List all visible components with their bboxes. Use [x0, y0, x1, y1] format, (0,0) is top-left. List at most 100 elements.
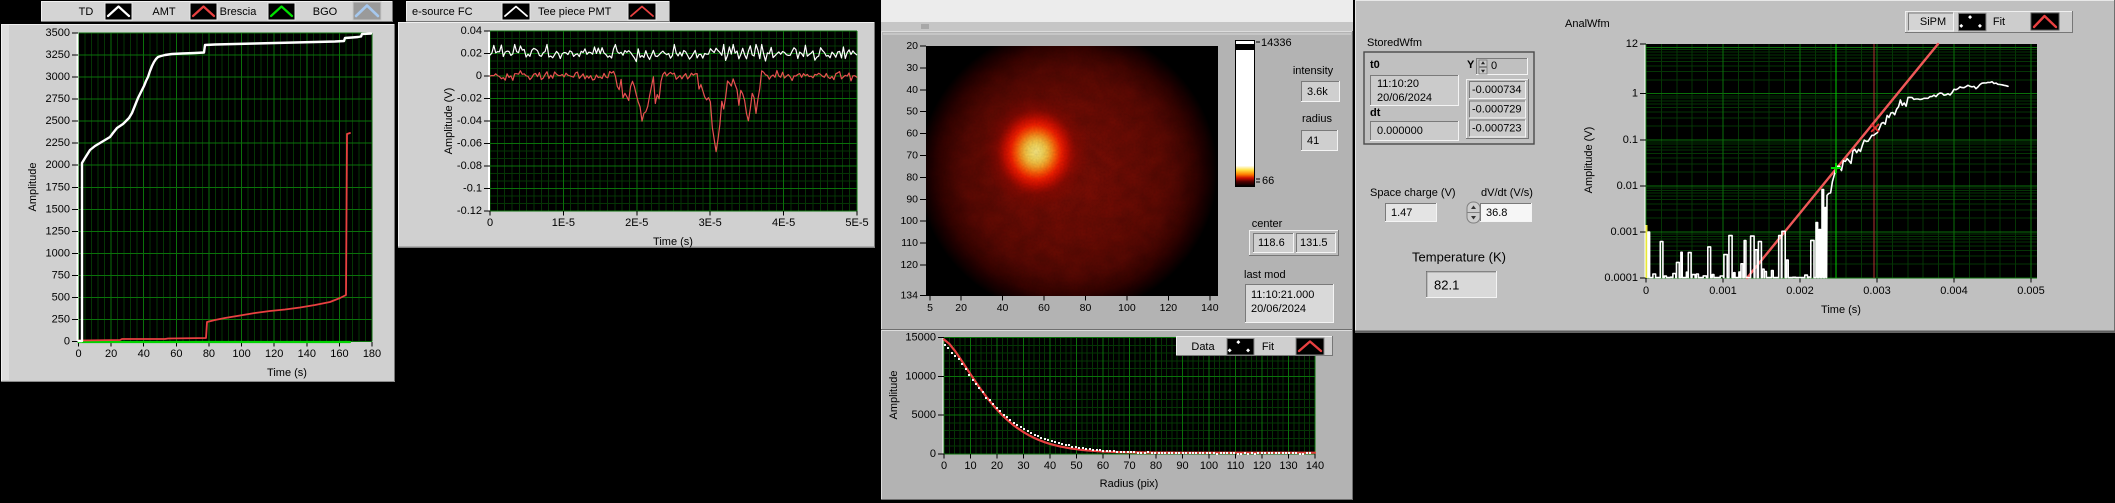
svg-text:0: 0: [487, 217, 493, 229]
svg-text:1750: 1750: [46, 181, 70, 193]
svg-text:120: 120: [1253, 460, 1271, 472]
svg-text:0.01: 0.01: [1617, 180, 1638, 192]
svg-text:250: 250: [52, 313, 70, 325]
svg-text:0.001: 0.001: [1709, 285, 1737, 297]
svg-text:110: 110: [901, 237, 918, 249]
svg-text:30: 30: [906, 62, 918, 74]
svg-text:80: 80: [1150, 460, 1162, 472]
svg-text:100: 100: [900, 215, 918, 227]
svg-text:40: 40: [997, 302, 1009, 314]
svg-text:-0.04: -0.04: [457, 115, 482, 127]
svg-text:1E-5: 1E-5: [552, 217, 575, 229]
svg-text:AnalWfm: AnalWfm: [1565, 18, 1610, 30]
svg-text:70: 70: [1123, 460, 1135, 472]
svg-text:60: 60: [1038, 302, 1050, 314]
svg-text:60: 60: [1097, 460, 1109, 472]
svg-text:3000: 3000: [46, 71, 70, 83]
svg-text:36.8: 36.8: [1486, 207, 1507, 219]
svg-text:3.6k: 3.6k: [1307, 86, 1328, 98]
svg-text:100: 100: [1200, 460, 1218, 472]
svg-text:1500: 1500: [46, 203, 70, 215]
svg-text:131.5: 131.5: [1300, 237, 1328, 249]
svg-text:Amplitude: Amplitude: [888, 371, 900, 420]
svg-text:15000: 15000: [905, 332, 936, 344]
svg-text:0: 0: [75, 348, 81, 360]
svg-text:0.001: 0.001: [1610, 226, 1638, 238]
svg-text:-0.1: -0.1: [463, 183, 482, 195]
svg-text:TD: TD: [79, 6, 94, 18]
svg-text:center: center: [1252, 218, 1283, 230]
svg-text:e-source FC: e-source FC: [412, 6, 473, 18]
svg-text:80: 80: [203, 348, 215, 360]
svg-text:Amplitude (V): Amplitude (V): [443, 88, 455, 155]
svg-text:Amplitude: Amplitude: [27, 163, 39, 212]
svg-text:120: 120: [1160, 302, 1178, 314]
svg-text:-0.000723: -0.000723: [1472, 123, 1522, 135]
svg-text:40: 40: [138, 348, 150, 360]
svg-text:Brescia: Brescia: [220, 6, 258, 18]
svg-text:BGO: BGO: [313, 6, 338, 18]
svg-text:10000: 10000: [905, 370, 936, 382]
svg-text:0: 0: [1491, 60, 1497, 72]
svg-text:10: 10: [964, 460, 976, 472]
svg-text:-0.12: -0.12: [457, 205, 482, 217]
svg-text:3500: 3500: [46, 27, 70, 39]
svg-text:5: 5: [927, 302, 933, 314]
svg-text:Temperature (K): Temperature (K): [1412, 250, 1506, 265]
svg-text:0.04: 0.04: [461, 25, 482, 37]
svg-text:0.0001: 0.0001: [1604, 272, 1638, 284]
svg-text:100: 100: [232, 348, 250, 360]
svg-text:Data: Data: [1191, 341, 1215, 353]
svg-text:2500: 2500: [46, 115, 70, 127]
svg-text:-0.06: -0.06: [457, 138, 482, 150]
svg-text:2E-5: 2E-5: [625, 217, 648, 229]
svg-text:5000: 5000: [912, 409, 936, 421]
svg-text:Time (s): Time (s): [1821, 304, 1861, 316]
svg-text:Amplitude (V): Amplitude (V): [1583, 127, 1595, 194]
svg-text:Radius (pix): Radius (pix): [1100, 478, 1159, 490]
svg-text:-0.08: -0.08: [457, 160, 482, 172]
svg-text:11:10:20: 11:10:20: [1377, 78, 1419, 90]
svg-text:70: 70: [906, 150, 918, 162]
svg-text:20: 20: [955, 302, 967, 314]
svg-text:last mod: last mod: [1244, 269, 1286, 281]
svg-text:-0.000729: -0.000729: [1472, 103, 1522, 115]
svg-text:t0: t0: [1370, 59, 1380, 71]
svg-text:AMT: AMT: [152, 6, 176, 18]
svg-text:0.1: 0.1: [1623, 134, 1638, 146]
svg-text:1.47: 1.47: [1391, 207, 1412, 219]
svg-text:2250: 2250: [46, 137, 70, 149]
svg-text:11:10:21.000: 11:10:21.000: [1251, 289, 1314, 301]
svg-text:-0.02: -0.02: [457, 93, 482, 105]
svg-text:50: 50: [906, 106, 918, 118]
svg-text:0.004: 0.004: [1940, 285, 1968, 297]
svg-text:Fit: Fit: [1262, 341, 1274, 353]
svg-text:3E-5: 3E-5: [699, 217, 722, 229]
svg-text:0.000000: 0.000000: [1377, 125, 1423, 137]
svg-text:41: 41: [1307, 135, 1319, 147]
svg-text:0: 0: [930, 448, 936, 460]
svg-text:140: 140: [1306, 460, 1324, 472]
svg-text:20/06/2024: 20/06/2024: [1377, 92, 1432, 104]
svg-text:20: 20: [105, 348, 117, 360]
svg-text:20: 20: [991, 460, 1003, 472]
svg-text:118.6: 118.6: [1258, 237, 1285, 249]
svg-text:20/06/2024: 20/06/2024: [1251, 303, 1306, 315]
svg-text:0: 0: [476, 70, 482, 82]
svg-text:1250: 1250: [46, 225, 70, 237]
svg-text:60: 60: [170, 348, 182, 360]
svg-text:20: 20: [906, 40, 918, 52]
svg-text:Y: Y: [1467, 59, 1475, 71]
svg-text:Space charge (V): Space charge (V): [1370, 187, 1456, 199]
svg-text:120: 120: [265, 348, 283, 360]
svg-text:intensity: intensity: [1293, 65, 1334, 77]
svg-text:0.002: 0.002: [1786, 285, 1814, 297]
svg-text:80: 80: [906, 171, 918, 183]
svg-text:4E-5: 4E-5: [772, 217, 795, 229]
svg-text:SiPM: SiPM: [1920, 16, 1946, 28]
svg-text:1000: 1000: [46, 247, 70, 259]
svg-text:0: 0: [1643, 285, 1649, 297]
svg-text:50: 50: [1070, 460, 1082, 472]
svg-text:5E-5: 5E-5: [845, 217, 868, 229]
svg-text:dt: dt: [1370, 107, 1381, 119]
